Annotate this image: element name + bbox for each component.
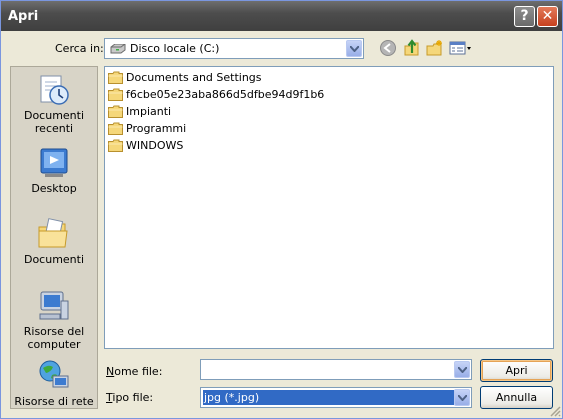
place-documents[interactable]: Documenti [11,217,97,266]
network-places-icon [39,360,69,388]
open-dialog: Apri ? ✕ Cerca in: Disco locale (C:) Doc… [0,0,563,419]
desktop-icon [40,148,68,177]
open-button[interactable]: Apri [480,359,553,382]
look-in-combo[interactable]: Disco locale (C:) [104,38,364,59]
filetype-value: jpg (*.jpg) [203,390,454,405]
place-network[interactable]: Risorse di rete [11,359,97,408]
recent-documents-icon [40,75,69,105]
help-button[interactable]: ? [514,6,535,27]
cancel-button-label: Annulla [495,391,538,404]
window-title: Apri [8,9,39,24]
look-in-value: Disco locale (C:) [130,42,220,55]
filename-combo[interactable] [200,359,472,380]
look-in-label: Cerca in: [55,42,104,55]
file-name: f6cbe05e23aba866d5dfbe94d9f1b6 [126,88,325,101]
folder-icon [108,71,123,84]
close-button[interactable]: ✕ [537,6,558,27]
folder-icon [108,122,123,135]
filename-label: Nome file: [106,365,163,378]
back-icon[interactable] [379,39,397,57]
place-label: Documenti recenti [23,109,85,135]
look-in-dropdown-button[interactable] [346,40,362,57]
help-icon: ? [520,8,529,24]
open-button-label: Apri [505,364,528,377]
up-folder-icon[interactable] [403,39,421,57]
file-name: Programmi [126,122,187,135]
filetype-combo[interactable]: jpg (*.jpg) [200,387,472,408]
place-label: Risorse del computer [23,325,85,351]
places-bar: Documenti recenti Desktop Documenti Riso… [10,66,98,409]
file-name: Impianti [126,105,172,118]
place-label: Risorse di rete [14,395,94,408]
filename-label-text: ome file: [114,365,163,378]
filename-dropdown-button[interactable] [454,361,470,378]
view-menu-icon[interactable] [449,39,473,57]
folder-icon [108,105,123,118]
cancel-button[interactable]: Annulla [480,386,553,409]
filetype-label-text: ipo file: [112,391,154,404]
folder-icon [108,139,123,152]
chevron-down-icon [458,395,467,401]
filetype-dropdown-button[interactable] [454,389,470,406]
resize-grip-icon[interactable] [549,405,561,417]
file-list[interactable]: Documents and Settings f6cbe05e23aba866d… [104,66,554,349]
filetype-label: Tipo file: [106,391,154,404]
place-label: Documenti [23,253,85,266]
my-computer-icon [39,291,69,320]
chevron-down-icon [458,367,467,373]
place-my-computer[interactable]: Risorse del computer [11,289,97,351]
new-folder-icon[interactable] [426,39,444,57]
folder-icon [108,88,123,101]
title-bar[interactable]: Apri ? ✕ [1,1,562,31]
chevron-down-icon [350,46,359,52]
place-label: Desktop [31,182,77,195]
close-icon: ✕ [541,8,554,24]
file-name: WINDOWS [126,139,184,152]
place-desktop[interactable]: Desktop [11,146,97,195]
drive-icon [110,44,126,54]
file-name: Documents and Settings [126,71,262,84]
filename-input[interactable] [203,362,453,377]
my-documents-icon [38,218,68,248]
place-recent-documents[interactable]: Documenti recenti [11,73,97,135]
